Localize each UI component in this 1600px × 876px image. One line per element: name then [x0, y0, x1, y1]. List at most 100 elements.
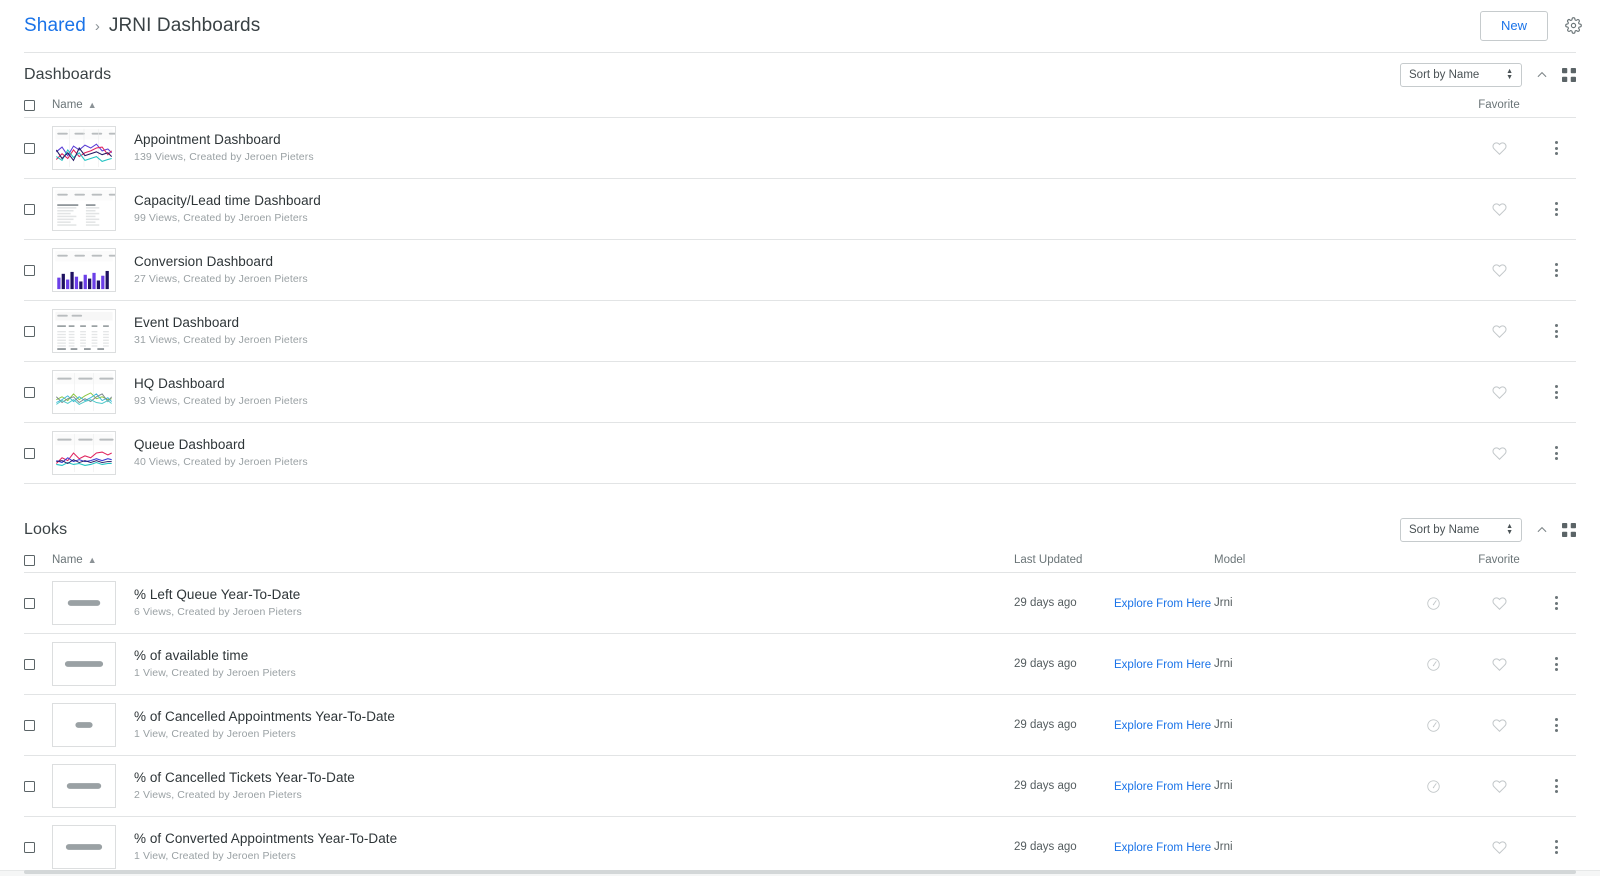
- looks-col-name[interactable]: Name ▲: [52, 554, 97, 566]
- more-options-kebab-icon[interactable]: [1549, 836, 1564, 858]
- look-row-checkbox[interactable]: [24, 598, 35, 609]
- dashboard-title-link[interactable]: Queue Dashboard: [134, 437, 1462, 454]
- dashboard-title-link[interactable]: Event Dashboard: [134, 315, 1462, 332]
- dashboard-thumbnail[interactable]: [52, 126, 116, 170]
- look-row[interactable]: % of Cancelled Appointments Year-To-Date…: [24, 695, 1576, 755]
- favorite-heart-icon[interactable]: [1492, 596, 1507, 611]
- dashboard-actions-cell: [1536, 320, 1576, 342]
- look-title-link[interactable]: % of Cancelled Tickets Year-To-Date: [134, 770, 1014, 787]
- look-row-select-cell: [24, 598, 52, 609]
- new-button[interactable]: New: [1480, 11, 1548, 42]
- dashboard-row-checkbox[interactable]: [24, 326, 35, 337]
- favorite-heart-icon[interactable]: [1492, 324, 1507, 339]
- more-options-kebab-icon[interactable]: [1549, 259, 1564, 281]
- explore-from-here-link[interactable]: Explore From Here: [1114, 842, 1211, 854]
- dashboard-title-link[interactable]: Conversion Dashboard: [134, 254, 1462, 271]
- performance-gauge-icon[interactable]: [1426, 657, 1441, 672]
- look-last-updated: 29 days ago: [1014, 719, 1114, 731]
- dashboard-row[interactable]: Conversion Dashboard 27 Views, Created b…: [24, 240, 1576, 300]
- looks-collapse-chevron-up-icon[interactable]: [1535, 523, 1549, 537]
- favorite-heart-icon[interactable]: [1492, 141, 1507, 156]
- look-row[interactable]: % Left Queue Year-To-Date 6 Views, Creat…: [24, 573, 1576, 633]
- breadcrumb-parent-link[interactable]: Shared: [24, 15, 86, 37]
- look-row-checkbox[interactable]: [24, 781, 35, 792]
- dashboards-grid-view-icon[interactable]: [1562, 68, 1576, 82]
- look-row[interactable]: % of available time 1 View, Created by J…: [24, 634, 1576, 694]
- dashboard-row[interactable]: Appointment Dashboard 139 Views, Created…: [24, 118, 1576, 178]
- dashboard-thumbnail[interactable]: [52, 248, 116, 292]
- bottom-scrollbar-track[interactable]: [0, 870, 1600, 876]
- look-title-link[interactable]: % Left Queue Year-To-Date: [134, 587, 1014, 604]
- gear-icon[interactable]: [1562, 15, 1584, 37]
- more-options-kebab-icon[interactable]: [1549, 320, 1564, 342]
- look-thumbnail[interactable]: [52, 581, 116, 625]
- more-options-kebab-icon[interactable]: [1549, 137, 1564, 159]
- dashboards-collapse-chevron-up-icon[interactable]: [1535, 68, 1549, 82]
- look-title-link[interactable]: % of Cancelled Appointments Year-To-Date: [134, 709, 1014, 726]
- look-row-checkbox[interactable]: [24, 842, 35, 853]
- more-options-kebab-icon[interactable]: [1549, 653, 1564, 675]
- dashboard-title-link[interactable]: Appointment Dashboard: [134, 132, 1462, 149]
- look-row-checkbox[interactable]: [24, 659, 35, 670]
- dashboards-select-all-checkbox[interactable]: [24, 100, 35, 111]
- look-title-link[interactable]: % of available time: [134, 648, 1014, 665]
- favorite-heart-icon[interactable]: [1492, 446, 1507, 461]
- favorite-heart-icon[interactable]: [1492, 385, 1507, 400]
- look-thumbnail[interactable]: [52, 703, 116, 747]
- favorite-heart-icon[interactable]: [1492, 718, 1507, 733]
- dashboard-row-checkbox[interactable]: [24, 265, 35, 276]
- explore-from-here-link[interactable]: Explore From Here: [1114, 659, 1211, 671]
- dashboard-row-select-cell: [24, 448, 52, 459]
- more-options-kebab-icon[interactable]: [1549, 198, 1564, 220]
- more-options-kebab-icon[interactable]: [1549, 442, 1564, 464]
- dashboard-title-link[interactable]: HQ Dashboard: [134, 376, 1462, 393]
- look-thumbnail[interactable]: [52, 825, 116, 869]
- performance-gauge-icon[interactable]: [1426, 779, 1441, 794]
- dashboard-thumbnail[interactable]: [52, 431, 116, 475]
- dashboards-col-name[interactable]: Name ▲: [52, 99, 97, 111]
- look-row-checkbox[interactable]: [24, 720, 35, 731]
- dashboard-title-link[interactable]: Capacity/Lead time Dashboard: [134, 193, 1462, 210]
- dashboard-meta-text: 99 Views, Created by Jeroen Pieters: [134, 212, 1462, 225]
- performance-gauge-icon[interactable]: [1426, 596, 1441, 611]
- looks-grid-view-icon[interactable]: [1562, 523, 1576, 537]
- dashboard-thumbnail[interactable]: [52, 370, 116, 414]
- look-row[interactable]: % of Cancelled Tickets Year-To-Date 2 Vi…: [24, 756, 1576, 816]
- more-options-kebab-icon[interactable]: [1549, 592, 1564, 614]
- dashboard-row-checkbox[interactable]: [24, 143, 35, 154]
- look-title-link[interactable]: % of Converted Appointments Year-To-Date: [134, 831, 1014, 848]
- performance-gauge-icon[interactable]: [1426, 718, 1441, 733]
- dashboard-row-checkbox[interactable]: [24, 448, 35, 459]
- look-meta-text: 6 Views, Created by Jeroen Pieters: [134, 606, 1014, 619]
- dashboard-row[interactable]: Queue Dashboard 40 Views, Created by Jer…: [24, 423, 1576, 483]
- dashboard-thumbnail[interactable]: [52, 187, 116, 231]
- dashboards-sort-select[interactable]: Sort by Name ▲▼: [1400, 63, 1522, 87]
- look-meta-text: 1 View, Created by Jeroen Pieters: [134, 667, 1014, 680]
- more-options-kebab-icon[interactable]: [1549, 775, 1564, 797]
- looks-select-all-checkbox[interactable]: [24, 555, 35, 566]
- favorite-heart-icon[interactable]: [1492, 779, 1507, 794]
- dashboard-row[interactable]: Capacity/Lead time Dashboard 99 Views, C…: [24, 179, 1576, 239]
- dashboard-thumbnail[interactable]: [52, 309, 116, 353]
- look-row[interactable]: % of Converted Appointments Year-To-Date…: [24, 817, 1576, 876]
- favorite-heart-icon[interactable]: [1492, 657, 1507, 672]
- favorite-heart-icon[interactable]: [1492, 263, 1507, 278]
- bottom-scrollbar-thumb[interactable]: [24, 870, 1576, 874]
- dashboard-row-checkbox[interactable]: [24, 204, 35, 215]
- favorite-heart-icon[interactable]: [1492, 202, 1507, 217]
- dashboard-row-checkbox[interactable]: [24, 387, 35, 398]
- look-thumbnail[interactable]: [52, 642, 116, 686]
- look-thumbnail[interactable]: [52, 764, 116, 808]
- sort-asc-caret-icon: ▲: [88, 101, 97, 110]
- more-options-kebab-icon[interactable]: [1549, 714, 1564, 736]
- dashboard-row[interactable]: HQ Dashboard 93 Views, Created by Jeroen…: [24, 362, 1576, 422]
- dashboard-row[interactable]: Event Dashboard 31 Views, Created by Jer…: [24, 301, 1576, 361]
- favorite-heart-icon[interactable]: [1492, 840, 1507, 855]
- more-options-kebab-icon[interactable]: [1549, 381, 1564, 403]
- looks-sort-select[interactable]: Sort by Name ▲▼: [1400, 518, 1522, 542]
- explore-from-here-link[interactable]: Explore From Here: [1114, 598, 1211, 610]
- explore-from-here-link[interactable]: Explore From Here: [1114, 781, 1211, 793]
- explore-from-here-link[interactable]: Explore From Here: [1114, 720, 1211, 732]
- look-model: Jrni: [1214, 719, 1404, 731]
- dashboard-meta-text: 27 Views, Created by Jeroen Pieters: [134, 273, 1462, 286]
